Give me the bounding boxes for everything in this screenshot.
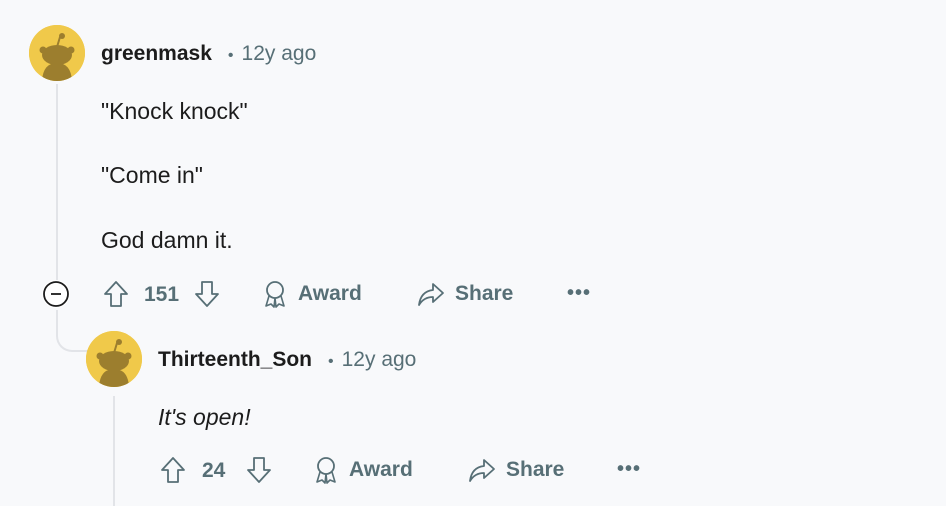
upvote-button[interactable] [103, 280, 129, 313]
award-icon [316, 457, 336, 484]
share-icon [418, 283, 444, 306]
timestamp[interactable]: 12y ago [342, 348, 417, 372]
avatar[interactable] [86, 331, 142, 387]
share-button[interactable]: Share [417, 280, 513, 308]
vote-count: 24 [202, 459, 226, 482]
share-label: Share [506, 458, 565, 481]
separator: • [328, 353, 334, 370]
username[interactable]: greenmask [101, 42, 212, 66]
thread-line[interactable] [56, 84, 58, 280]
comment-header: Thirteenth_Son • 12y ago [158, 348, 416, 372]
comment-paragraph: It's open! [158, 404, 251, 430]
username[interactable]: Thirteenth_Son [158, 348, 312, 372]
comment-paragraph: "Knock knock" [101, 98, 248, 124]
upvote-button[interactable] [160, 456, 186, 489]
comment-header: greenmask • 12y ago [101, 42, 316, 66]
more-options-button[interactable]: ••• [567, 282, 591, 305]
comment-paragraph: "Come in" [101, 162, 203, 188]
downvote-button[interactable] [246, 456, 272, 489]
award-icon [265, 281, 285, 308]
share-label: Share [455, 282, 514, 305]
share-icon [469, 459, 495, 482]
snoo-avatar-icon [29, 25, 85, 81]
more-options-button[interactable]: ••• [617, 458, 641, 481]
award-label: Award [349, 458, 413, 481]
upvote-icon [104, 281, 128, 307]
collapse-button[interactable] [42, 280, 70, 308]
snoo-avatar-icon [86, 331, 142, 387]
thread-connector [56, 310, 88, 352]
avatar[interactable] [29, 25, 85, 81]
award-button[interactable]: Award [262, 280, 362, 308]
comment-paragraph: God damn it. [101, 227, 233, 253]
downvote-icon [247, 457, 271, 483]
timestamp[interactable]: 12y ago [242, 42, 317, 66]
award-label: Award [298, 282, 362, 305]
collapse-minus-icon [43, 281, 69, 307]
award-button[interactable]: Award [313, 456, 413, 484]
upvote-icon [161, 457, 185, 483]
downvote-button[interactable] [194, 280, 220, 313]
thread-line-reply[interactable] [113, 396, 115, 506]
separator: • [227, 47, 234, 64]
vote-count: 151 [144, 283, 180, 306]
share-button[interactable]: Share [468, 456, 564, 484]
downvote-icon [195, 281, 219, 307]
